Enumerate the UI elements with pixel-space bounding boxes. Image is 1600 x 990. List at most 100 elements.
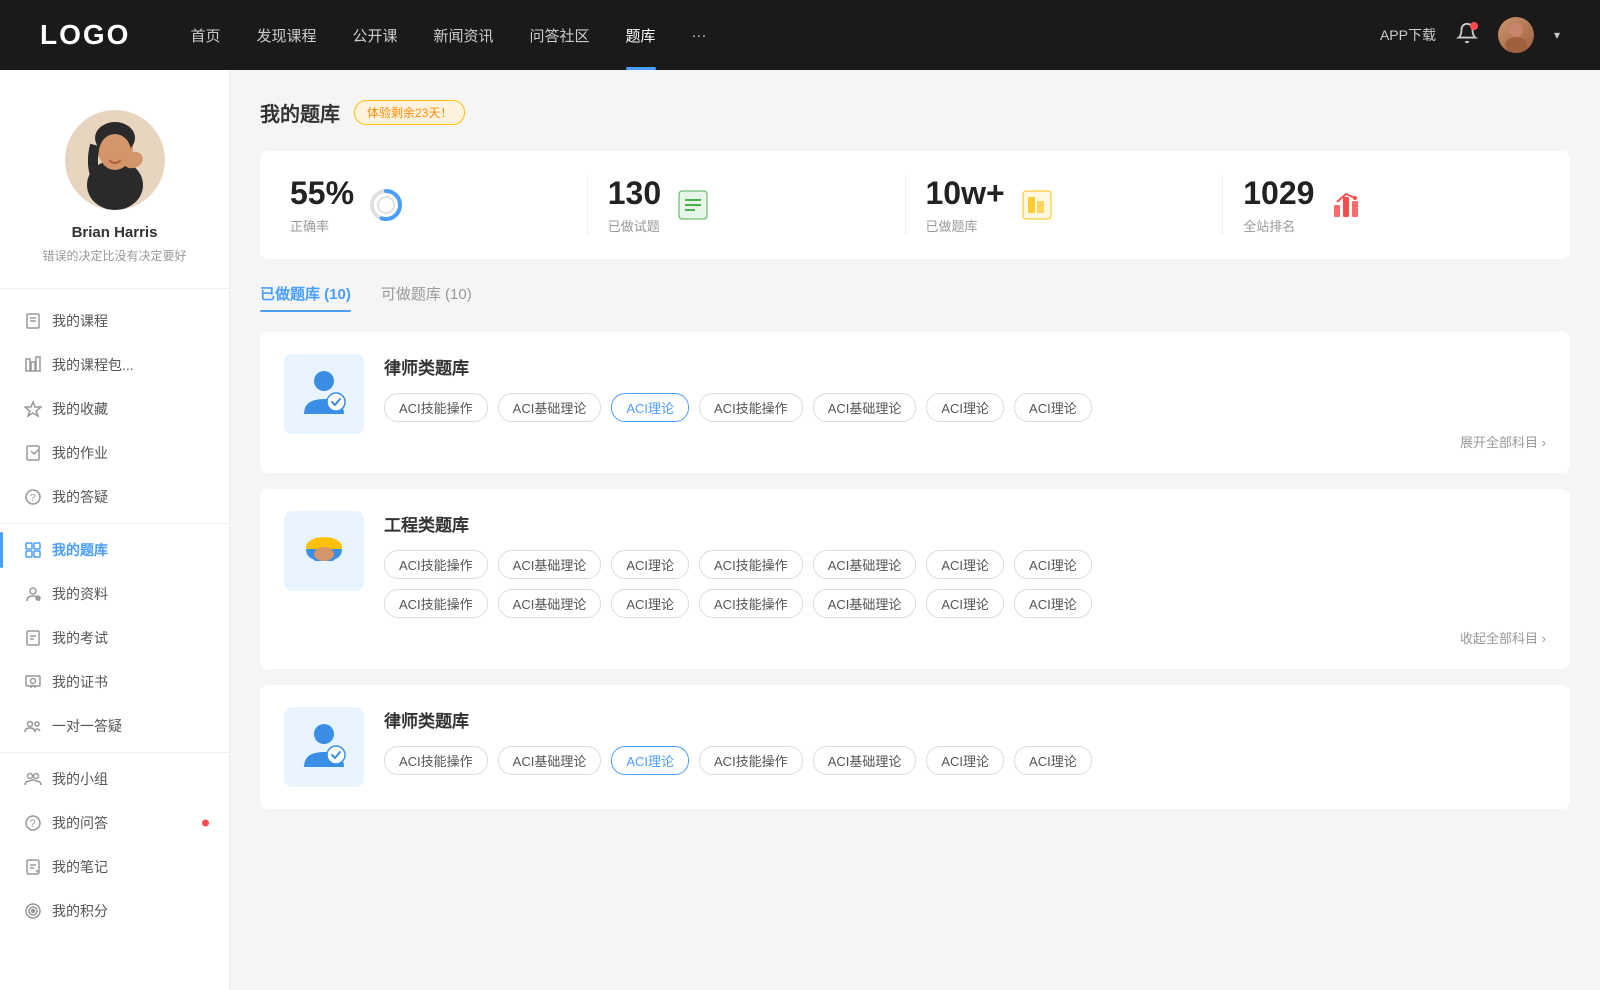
- nav-questions[interactable]: 题库: [626, 25, 656, 46]
- stat-ranking: 1029 全站排名: [1223, 175, 1540, 235]
- bank-card-lawyer-2: 律师类题库 ACI技能操作 ACI基础理论 ACI理论 ACI技能操作 ACI基…: [260, 685, 1570, 809]
- tag-active[interactable]: ACI理论: [611, 393, 689, 422]
- sidebar-item-notes[interactable]: 我的笔记: [0, 845, 229, 889]
- bank-card-engineer-header: 工程类题库 ACI技能操作 ACI基础理论 ACI理论 ACI技能操作 ACI基…: [284, 511, 1546, 647]
- tag[interactable]: ACI基础理论: [498, 393, 602, 422]
- accuracy-icon: [368, 187, 404, 223]
- tag[interactable]: ACI技能操作: [384, 550, 488, 579]
- tag[interactable]: ACI技能操作: [384, 393, 488, 422]
- nav-news[interactable]: 新闻资讯: [434, 25, 494, 46]
- qa-notification-dot: [202, 820, 209, 827]
- sidebar-item-questions[interactable]: ? 我的问答: [0, 801, 229, 845]
- bell-notification-dot: [1470, 22, 1478, 30]
- bank-tags-lawyer-2: ACI技能操作 ACI基础理论 ACI理论 ACI技能操作 ACI基础理论 AC…: [384, 746, 1546, 775]
- tag[interactable]: ACI基础理论: [498, 589, 602, 618]
- collapse-engineer[interactable]: 收起全部科目 ›: [384, 628, 1546, 647]
- stat-done-questions-label: 已做试题: [608, 216, 661, 235]
- tag[interactable]: ACI基础理论: [498, 746, 602, 775]
- stat-done-banks-value: 10w+: [926, 175, 1005, 212]
- stats-card: 55% 正确率 130 已做试题: [260, 151, 1570, 259]
- tab-done-banks[interactable]: 已做题库 (10): [260, 283, 351, 312]
- tag[interactable]: ACI理论: [1014, 550, 1092, 579]
- sidebar: Brian Harris 错误的决定比没有决定要好 我的课程 我的课程包...: [0, 70, 230, 990]
- sidebar-item-homework[interactable]: 我的作业: [0, 431, 229, 475]
- logo[interactable]: LOGO: [40, 19, 130, 51]
- tag[interactable]: ACI理论: [611, 589, 689, 618]
- bank-title-engineer: 工程类题库: [384, 511, 1546, 536]
- ranking-icon: [1328, 187, 1364, 223]
- sidebar-item-profile[interactable]: 我的资料: [0, 572, 229, 616]
- stat-accuracy-value: 55%: [290, 175, 354, 212]
- bank-tags-engineer-row1: ACI技能操作 ACI基础理论 ACI理论 ACI技能操作 ACI基础理论 AC…: [384, 550, 1546, 579]
- expand-lawyer-1[interactable]: 展开全部科目: [384, 432, 1546, 451]
- bank-tags-lawyer-1: ACI技能操作 ACI基础理论 ACI理论 ACI技能操作 ACI基础理论 AC…: [384, 393, 1546, 422]
- nav-right: APP下载 ▾: [1380, 17, 1560, 53]
- stat-accuracy-label: 正确率: [290, 216, 354, 235]
- bank-info-lawyer-1: 律师类题库 ACI技能操作 ACI基础理论 ACI理论 ACI技能操作 ACI基…: [384, 354, 1546, 451]
- tag[interactable]: ACI技能操作: [384, 746, 488, 775]
- sidebar-item-favorites[interactable]: 我的收藏: [0, 387, 229, 431]
- bank-info-lawyer-2: 律师类题库 ACI技能操作 ACI基础理论 ACI理论 ACI技能操作 ACI基…: [384, 707, 1546, 775]
- bank-card-lawyer-1-header: 律师类题库 ACI技能操作 ACI基础理论 ACI理论 ACI技能操作 ACI基…: [284, 354, 1546, 451]
- banks-icon: [1019, 187, 1055, 223]
- tag[interactable]: ACI技能操作: [699, 393, 803, 422]
- bank-icon-lawyer-2: [284, 707, 364, 787]
- tag[interactable]: ACI理论: [1014, 589, 1092, 618]
- tag[interactable]: ACI技能操作: [384, 589, 488, 618]
- tag[interactable]: ACI基础理论: [498, 550, 602, 579]
- tag[interactable]: ACI理论: [1014, 393, 1092, 422]
- tag-active[interactable]: ACI理论: [611, 746, 689, 775]
- notification-bell[interactable]: [1456, 22, 1478, 49]
- sidebar-profile: Brian Harris 错误的决定比没有决定要好: [0, 90, 229, 289]
- bank-card-lawyer-2-header: 律师类题库 ACI技能操作 ACI基础理论 ACI理论 ACI技能操作 ACI基…: [284, 707, 1546, 787]
- sidebar-item-certificate[interactable]: 我的证书: [0, 660, 229, 704]
- menu-separator-1: [0, 523, 229, 524]
- tag[interactable]: ACI理论: [611, 550, 689, 579]
- stat-ranking-label: 全站排名: [1243, 216, 1314, 235]
- tag[interactable]: ACI基础理论: [813, 393, 917, 422]
- sidebar-menu: 我的课程 我的课程包... 我的收藏: [0, 289, 229, 943]
- stat-done-banks: 10w+ 已做题库: [906, 175, 1224, 235]
- tag[interactable]: ACI技能操作: [699, 746, 803, 775]
- sidebar-item-points[interactable]: 我的积分: [0, 889, 229, 933]
- nav-links: 首页 发现课程 公开课 新闻资讯 问答社区 题库 ···: [190, 25, 1380, 46]
- avatar[interactable]: [1498, 17, 1534, 53]
- bank-icon-lawyer-1: [284, 354, 364, 434]
- sidebar-item-exam[interactable]: 我的考试: [0, 616, 229, 660]
- tag[interactable]: ACI基础理论: [813, 589, 917, 618]
- tag[interactable]: ACI基础理论: [813, 746, 917, 775]
- nav-qa[interactable]: 问答社区: [530, 25, 590, 46]
- sidebar-item-qa[interactable]: ? 我的答疑: [0, 475, 229, 519]
- tag[interactable]: ACI理论: [1014, 746, 1092, 775]
- tabs: 已做题库 (10) 可做题库 (10): [260, 283, 1570, 312]
- stat-done-questions: 130 已做试题: [588, 175, 906, 235]
- sidebar-item-tutor[interactable]: 一对一答疑: [0, 704, 229, 748]
- nav-courses[interactable]: 发现课程: [256, 25, 316, 46]
- sidebar-item-course-packages[interactable]: 我的课程包...: [0, 343, 229, 387]
- app-download-button[interactable]: APP下载: [1380, 25, 1436, 45]
- user-motto: 错误的决定比没有决定要好: [20, 247, 209, 264]
- user-name: Brian Harris: [20, 224, 209, 241]
- tag[interactable]: ACI技能操作: [699, 550, 803, 579]
- tag[interactable]: ACI理论: [926, 589, 1004, 618]
- sidebar-item-my-courses[interactable]: 我的课程: [0, 299, 229, 343]
- stat-ranking-value: 1029: [1243, 175, 1314, 212]
- profile-avatar[interactable]: [65, 110, 165, 210]
- tag[interactable]: ACI基础理论: [813, 550, 917, 579]
- nav-open-courses[interactable]: 公开课: [352, 25, 397, 46]
- stat-done-questions-value: 130: [608, 175, 661, 212]
- nav-home[interactable]: 首页: [190, 25, 220, 46]
- sidebar-item-question-bank[interactable]: 我的题库: [0, 528, 229, 572]
- page-title: 我的题库: [260, 98, 340, 127]
- tag[interactable]: ACI理论: [926, 746, 1004, 775]
- user-menu-chevron[interactable]: ▾: [1554, 28, 1560, 42]
- nav-more[interactable]: ···: [692, 27, 707, 44]
- sidebar-item-groups[interactable]: 我的小组: [0, 757, 229, 801]
- tag[interactable]: ACI技能操作: [699, 589, 803, 618]
- menu-separator-2: [0, 752, 229, 753]
- navbar: LOGO 首页 发现课程 公开课 新闻资讯 问答社区 题库 ··· APP下载 …: [0, 0, 1600, 70]
- tag[interactable]: ACI理论: [926, 550, 1004, 579]
- tag[interactable]: ACI理论: [926, 393, 1004, 422]
- bank-info-engineer: 工程类题库 ACI技能操作 ACI基础理论 ACI理论 ACI技能操作 ACI基…: [384, 511, 1546, 647]
- tab-available-banks[interactable]: 可做题库 (10): [381, 283, 472, 312]
